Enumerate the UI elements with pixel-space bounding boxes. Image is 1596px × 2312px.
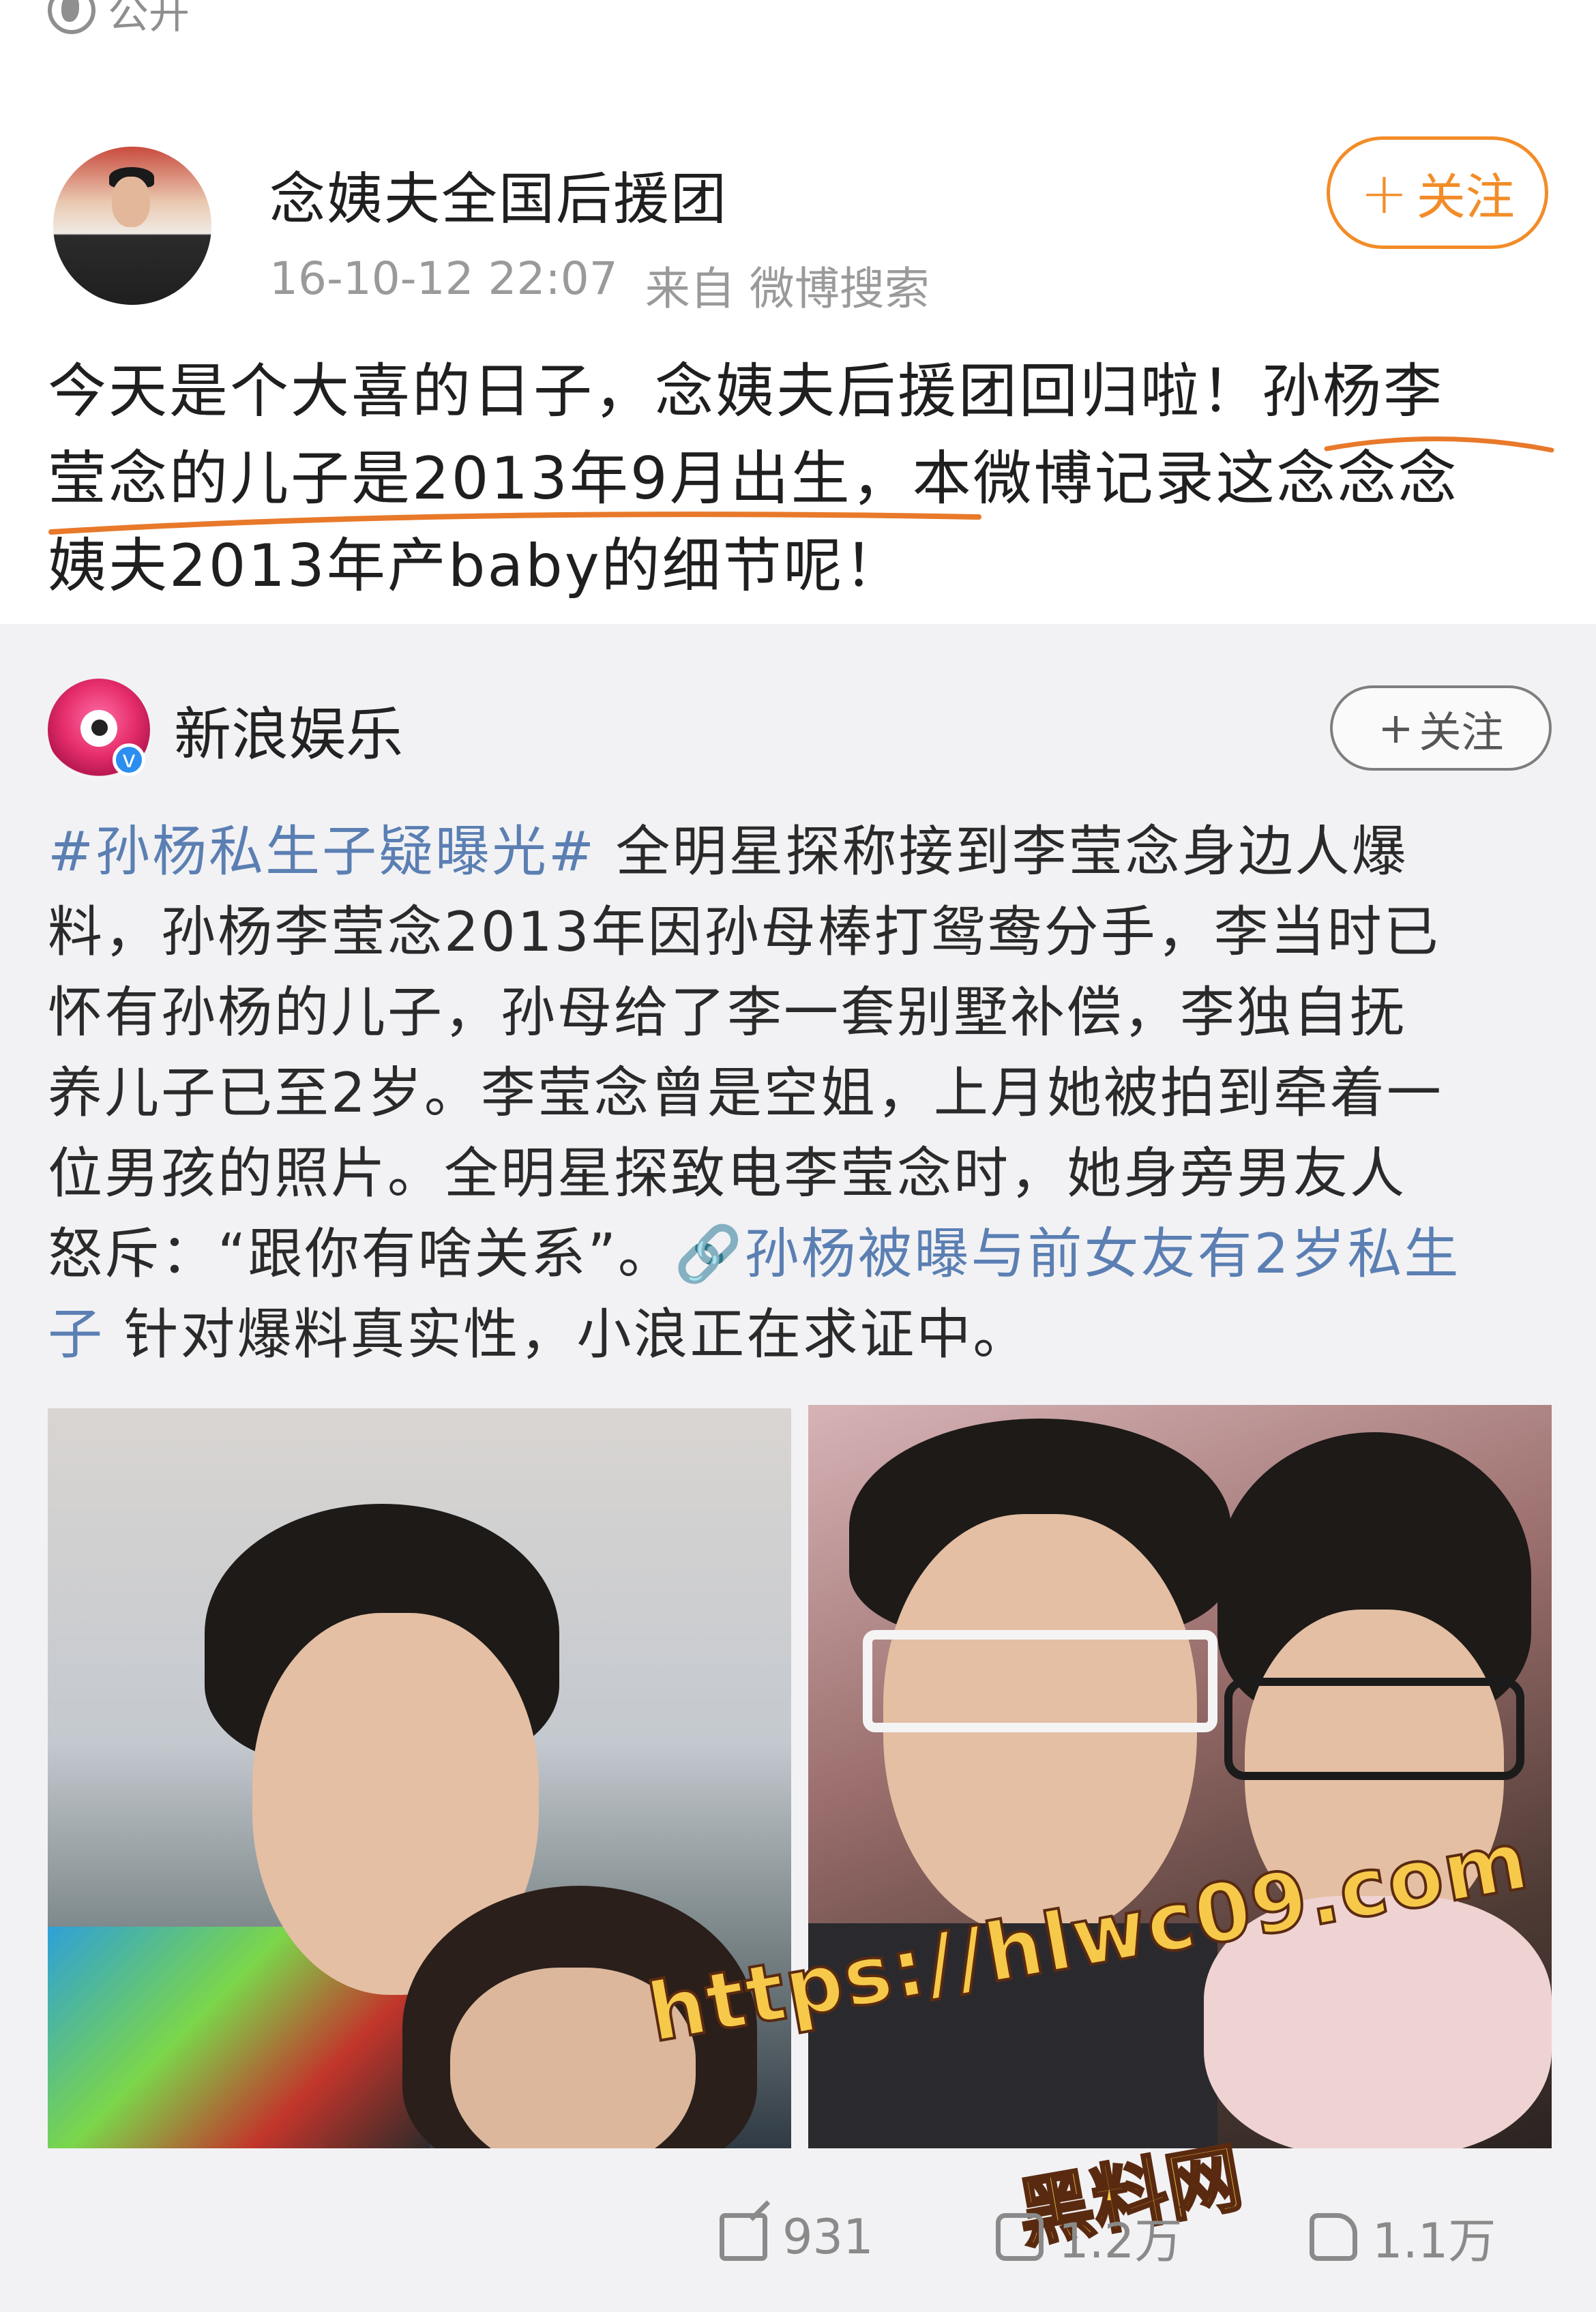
repost-text-line: 怀有孙杨的儿子，孙母给了李一套别墅补偿，李独自抚: [48, 981, 1406, 1044]
author-name[interactable]: 念姨夫全国后援团: [269, 153, 728, 235]
repost-text-line: 子 针对爆料真实性，小浪正在求证中。: [48, 1294, 1555, 1375]
repost-follow-button[interactable]: + 关注: [1330, 685, 1552, 771]
repost-text-line: #孙杨私生子疑曝光# 全明星探称接到李莹念身边人爆: [48, 812, 1555, 892]
globe-icon: [48, 0, 95, 34]
plus-icon: +: [1360, 159, 1408, 226]
repost-text-line: 位男孩的照片。全明星探致电李莹念时，她身旁男友人: [48, 1142, 1406, 1205]
post-meta: 16-10-12 22:07 来自 微博搜索: [269, 252, 930, 318]
hashtag-link[interactable]: #孙杨私生子疑曝光#: [48, 820, 596, 883]
post-source: 来自 微博搜索: [645, 263, 930, 315]
link-icon: 🔗: [674, 1222, 745, 1286]
avatar-pupil: [91, 720, 108, 736]
visibility-label: 公开: [108, 0, 190, 38]
action-bar: 931 1.2万 1.1万: [0, 2186, 1596, 2288]
share-button[interactable]: 931: [720, 2186, 874, 2288]
follow-button[interactable]: + 关注: [1327, 136, 1548, 249]
follow-label: 关注: [1416, 168, 1515, 226]
photo-right[interactable]: [808, 1405, 1552, 2148]
plus-icon: +: [1378, 703, 1414, 753]
article-link-text: 孙杨被曝与前女友有2岁私生: [744, 1222, 1461, 1286]
repost-text-line: 养儿子已至2岁。李莹念曾是空姐，上月她被拍到牵着一: [48, 1061, 1443, 1125]
visibility-row: 公开: [48, 0, 190, 38]
repost-text-segment: 全明星探称接到李莹念身边人爆: [596, 820, 1408, 883]
share-count: 931: [782, 2209, 874, 2265]
comment-button[interactable]: 1.2万: [996, 2186, 1182, 2288]
post-text: 今天是个大喜的日子，念姨夫后援团回归啦！孙杨李 莹念的儿子是2013年9月出生，…: [48, 348, 1555, 610]
repost-text-segment: 针对爆料真实性，小浪正在求证中。: [104, 1303, 1030, 1366]
article-link[interactable]: 🔗孙杨被曝与前女友有2岁私生: [675, 1222, 1461, 1286]
repost-author-name[interactable]: 新浪娱乐: [174, 689, 403, 771]
share-icon: [720, 2213, 767, 2261]
white-glasses: [863, 1630, 1217, 1732]
post-text-line: 今天是个大喜的日子，念姨夫后援团回归啦！孙杨李: [48, 357, 1444, 426]
highlight-underline: [1324, 436, 1554, 453]
repost-text: #孙杨私生子疑曝光# 全明星探称接到李莹念身边人爆 料，孙杨李莹念2013年因孙…: [48, 812, 1555, 1375]
author-avatar[interactable]: [53, 147, 211, 305]
follow-label: 关注: [1419, 707, 1504, 757]
repost-text-line: 料，孙杨李莹念2013年因孙母棒打鸳鸯分手，李当时已: [48, 900, 1440, 964]
like-button[interactable]: 1.1万: [1310, 2186, 1496, 2288]
thumbs-up-icon: [1310, 2213, 1357, 2261]
like-count: 1.1万: [1372, 2212, 1496, 2269]
highlight-underline: [48, 512, 981, 535]
verified-icon: v: [113, 743, 145, 776]
article-link-tail[interactable]: 子: [48, 1303, 104, 1366]
repost-text-segment: 怒斥：“跟你有啥关系”。: [48, 1222, 675, 1286]
dark-glasses: [1224, 1678, 1524, 1780]
repost-text-line: 怒斥：“跟你有啥关系”。🔗孙杨被曝与前女友有2岁私生: [48, 1214, 1555, 1294]
post-timestamp: 16-10-12 22:07: [269, 252, 618, 305]
comment-icon: [996, 2213, 1044, 2261]
comment-count: 1.2万: [1059, 2212, 1183, 2269]
avatar-face: [112, 177, 150, 227]
